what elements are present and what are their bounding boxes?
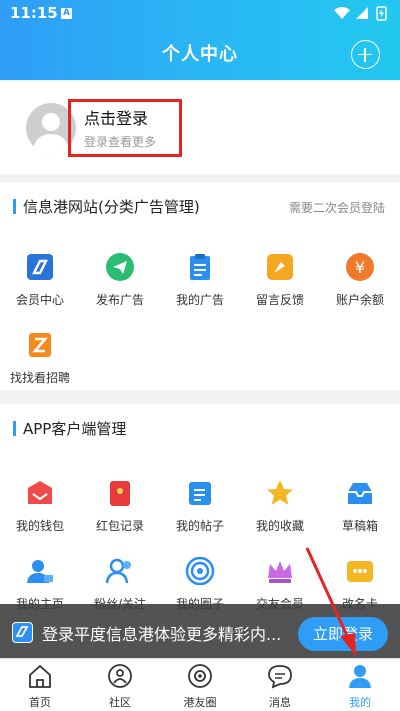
friends-circle-icon xyxy=(188,664,212,688)
feedback-icon xyxy=(265,252,295,282)
menu-item-feedback[interactable]: 留言反馈 xyxy=(240,252,320,308)
recruit-icon xyxy=(25,330,55,360)
tab-label: 首页 xyxy=(29,696,51,709)
menu-item-balance[interactable]: ¥ 账户余额 xyxy=(320,252,400,308)
homepage-user-icon xyxy=(25,556,55,586)
svg-text:¥: ¥ xyxy=(355,258,365,277)
my-ads-icon xyxy=(185,252,215,282)
status-icons xyxy=(334,6,387,21)
menu-item-label: 发布广告 xyxy=(95,293,144,307)
tab-messages[interactable]: 消息 xyxy=(240,659,320,711)
page-title: 个人中心 xyxy=(162,44,238,65)
my-posts-icon xyxy=(185,478,215,508)
drafts-icon xyxy=(345,478,375,508)
menu-item-wallet[interactable]: 我的钱包 xyxy=(0,478,80,534)
section-title: 信息港网站(分类广告管理) xyxy=(23,198,200,216)
menu-item-label: 留言反馈 xyxy=(255,293,304,307)
tab-label: 社区 xyxy=(109,696,131,709)
status-bar: 11:15 A xyxy=(0,0,400,26)
menu-item-label: 我的广告 xyxy=(175,293,224,307)
balance-icon: ¥ xyxy=(345,252,375,282)
message-icon xyxy=(268,665,292,689)
menu-item-label: 我的收藏 xyxy=(255,519,304,533)
banner-text: 登录平度信息港体验更多精彩内... xyxy=(42,625,282,644)
login-banner: 登录平度信息港体验更多精彩内... 立即登录 xyxy=(0,604,400,658)
publish-ad-icon xyxy=(105,252,135,282)
section-accent-bar xyxy=(13,421,16,436)
menu-item-publish-ad[interactable]: 发布广告 xyxy=(80,252,160,308)
menu-item-favorites[interactable]: 我的收藏 xyxy=(240,478,320,534)
menu-item-drafts[interactable]: 草稿箱 xyxy=(320,478,400,534)
tab-label: 我的 xyxy=(349,696,371,709)
menu-item-recruit[interactable]: 找找看招聘 xyxy=(0,330,80,386)
login-link[interactable]: 点击登录 xyxy=(84,105,148,129)
menu-item-label: 账户余额 xyxy=(335,293,384,307)
tab-label: 消息 xyxy=(269,696,291,709)
app-section: APP客户端管理 我的钱包 红包记录 我的帖子 我的收藏 草稿箱 我的主 xyxy=(0,404,400,611)
wifi-icon xyxy=(334,7,350,19)
add-button[interactable] xyxy=(351,40,380,69)
section-accent-bar xyxy=(13,199,16,214)
red-packet-icon xyxy=(105,478,135,508)
app-logo-icon xyxy=(12,622,33,643)
menu-item-label: 我的帖子 xyxy=(175,519,224,533)
app-header: 11:15 A 个人中心 xyxy=(0,0,400,80)
menu-item-label: 草稿箱 xyxy=(341,519,378,533)
rename-card-icon xyxy=(345,556,375,586)
menu-item-label: 我的钱包 xyxy=(15,519,64,533)
circle-icon xyxy=(185,556,215,586)
menu-item-my-ads[interactable]: 我的广告 xyxy=(160,252,240,308)
menu-item-my-posts[interactable]: 我的帖子 xyxy=(160,478,240,534)
favorites-star-icon xyxy=(265,478,295,508)
tab-me[interactable]: 我的 xyxy=(320,659,400,711)
notification-icon: A xyxy=(61,8,72,19)
login-now-button[interactable]: 立即登录 xyxy=(298,617,388,651)
community-icon xyxy=(108,664,132,688)
tab-home[interactable]: 首页 xyxy=(0,659,80,711)
bottom-tab-bar: 首页 社区 港友圈 消息 我的 xyxy=(0,658,400,711)
menu-item-red-packet[interactable]: 红包记录 xyxy=(80,478,160,534)
tab-friends-circle[interactable]: 港友圈 xyxy=(160,659,240,711)
section-note: 需要二次会员登陆 xyxy=(288,201,385,215)
menu-item-member-center[interactable]: 会员中心 xyxy=(0,252,80,308)
section-title: APP客户端管理 xyxy=(23,420,127,438)
menu-item-label: 会员中心 xyxy=(15,293,64,307)
menu-item-label: 红包记录 xyxy=(95,519,144,533)
member-center-icon xyxy=(25,252,55,282)
profile-card[interactable]: 点击登录 登录查看更多 xyxy=(0,82,400,174)
login-subtitle: 登录查看更多 xyxy=(84,135,157,149)
crown-icon xyxy=(265,556,295,586)
tab-community[interactable]: 社区 xyxy=(80,659,160,711)
me-icon xyxy=(349,665,371,688)
signal-icon xyxy=(356,7,368,19)
status-time: 11:15 xyxy=(10,4,58,22)
home-icon xyxy=(29,664,51,688)
tab-label: 港友圈 xyxy=(183,696,217,709)
fans-icon xyxy=(105,556,135,586)
wallet-icon xyxy=(25,478,55,508)
website-section: 信息港网站(分类广告管理) 需要二次会员登陆 会员中心 发布广告 我的广告 留言… xyxy=(0,182,400,390)
menu-item-label: 找找看招聘 xyxy=(9,371,70,385)
